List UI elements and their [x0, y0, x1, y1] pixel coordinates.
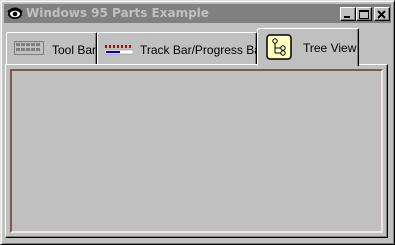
tab-label: Track Bar/Progress Bar	[140, 42, 265, 57]
window-title: Windows 95 Parts Example	[26, 6, 209, 20]
tab-strip: Tool Bar Track Bar/Progress Bar Tree Vie…	[4, 26, 391, 66]
toolbar-icon	[14, 41, 44, 58]
tree-view-area[interactable]	[10, 69, 383, 233]
close-icon	[377, 10, 386, 19]
tab-tree-view[interactable]: Tree View	[257, 28, 359, 66]
app-window: Windows 95 Parts Example Tool Bar Track …	[0, 0, 395, 245]
minimize-icon	[344, 16, 350, 18]
minimize-button[interactable]	[340, 7, 356, 21]
close-button[interactable]	[374, 7, 390, 21]
maximize-icon	[359, 10, 369, 19]
tab-panel	[5, 64, 388, 238]
tab-label: Tool Bar	[52, 42, 97, 57]
maximize-button[interactable]	[356, 7, 372, 21]
tab-tool-bar[interactable]: Tool Bar	[6, 32, 97, 66]
eye-icon[interactable]	[7, 6, 23, 21]
tab-track-bar-progress-bar[interactable]: Track Bar/Progress Bar	[97, 32, 265, 66]
treeview-icon	[266, 34, 292, 63]
title-bar[interactable]: Windows 95 Parts Example	[4, 4, 391, 23]
trackbar-icon	[104, 44, 134, 58]
tab-label: Tree View	[303, 40, 357, 55]
